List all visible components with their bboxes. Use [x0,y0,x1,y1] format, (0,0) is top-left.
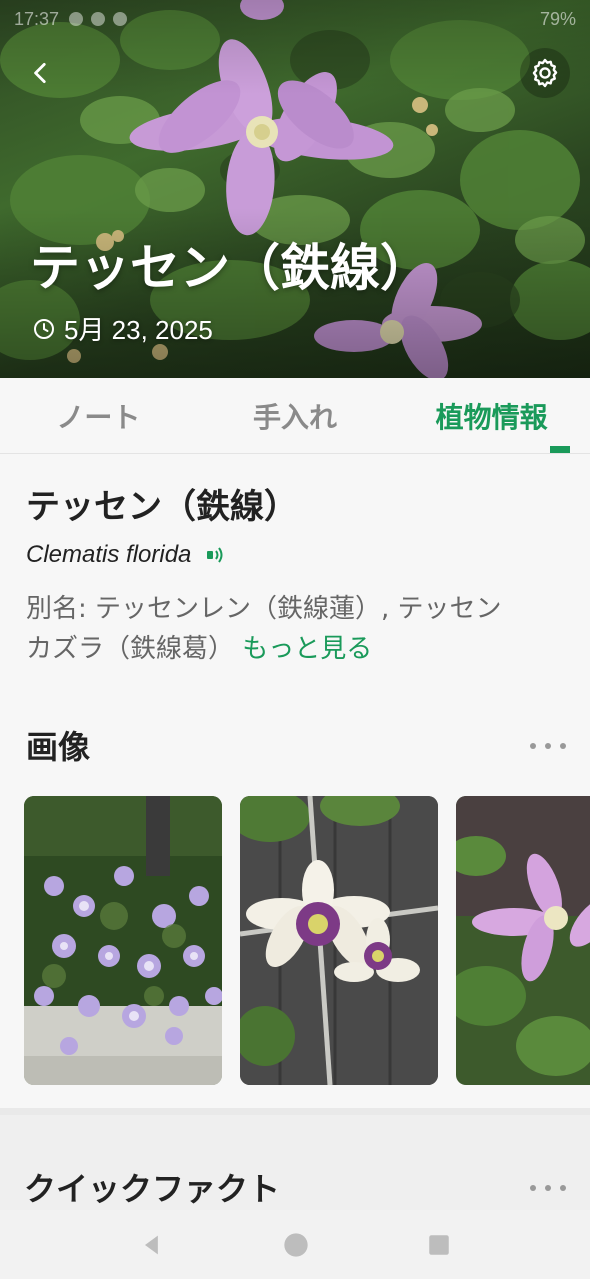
nav-home-icon[interactable] [282,1231,310,1259]
show-more-link[interactable]: もっと見る [242,634,372,664]
tab-care[interactable]: 手入れ [197,378,394,453]
status-time: 17:37 [14,8,60,29]
active-tab-indicator [550,446,571,453]
quick-facts-title: クイックファクト [24,1170,281,1208]
tab-care-label: 手入れ [253,400,338,434]
alias-text: 別名: テッセンレン（鉄線蓮）, テッセン カズラ（鉄線葛） もっと見る [26,589,566,669]
plant-name: テッセン（鉄線） [26,487,298,527]
date-text: 5月 23, 2025 [64,315,213,345]
tab-plant-info[interactable]: 植物情報 [393,378,590,453]
image-thumbnail-2[interactable] [240,796,438,1085]
clock-icon [34,318,54,339]
scientific-name: Clematis florida [26,541,192,568]
status-bar: 17:37 79% [14,6,576,32]
gear-icon [532,58,558,88]
tab-notes-label: ノート [56,400,141,434]
quick-facts-more-button[interactable] [530,1178,566,1198]
pink-clematis-flower-image [456,796,590,1085]
status-battery: 79% [539,8,576,29]
hero-title: テッセン（鉄線） [30,239,430,297]
tab-plant-info-label: 植物情報 [435,400,548,434]
settings-button[interactable] [520,48,570,98]
purple-clematis-bush-image [24,796,222,1085]
hero-image: 17:37 79% テッセン（鉄線） 5月 23, 2025 [0,0,590,378]
back-arrow-icon [34,62,46,84]
alias-line-2: カズラ（鉄線葛） [26,634,235,664]
alias-line-1: 別名: テッセンレン（鉄線蓮）, テッセン [26,594,502,624]
speaker-icon[interactable] [203,543,227,567]
hero-date: 5月 23, 2025 [32,310,213,347]
tab-notes[interactable]: ノート [0,378,197,453]
image-thumbnail-1[interactable] [24,796,222,1085]
system-navigation-bar [0,1210,590,1279]
white-clematis-flower-image [240,796,438,1085]
back-button[interactable] [16,48,66,98]
nav-back-icon[interactable] [138,1231,166,1259]
tab-bar: ノート 手入れ 植物情報 [0,378,590,454]
nav-recents-icon[interactable] [426,1232,452,1258]
images-more-button[interactable] [530,736,566,756]
image-thumbnail-3[interactable] [456,796,590,1085]
images-section-title: 画像 [26,728,91,766]
notification-icons [69,12,128,26]
scientific-name-row: Clematis florida [26,541,227,569]
